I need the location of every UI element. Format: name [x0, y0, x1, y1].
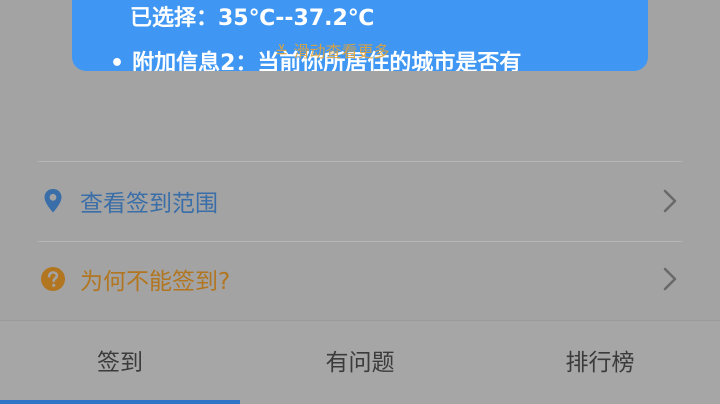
tab-checkin[interactable]: 签到: [0, 321, 240, 404]
why-cannot-checkin-label: 为何不能签到?: [80, 269, 231, 295]
view-checkin-range-label: 查看签到范围: [80, 191, 218, 217]
tab-questions[interactable]: 有问题: [240, 321, 480, 404]
question-circle-icon: [40, 266, 66, 292]
bottom-tab-bar: 签到 有问题 排行榜: [0, 320, 720, 404]
selected-temperature-text: 已选择：35℃--37.2℃: [130, 6, 375, 31]
tab-checkin-label: 签到: [97, 350, 143, 376]
chevron-right-icon: [663, 189, 677, 213]
tab-questions-label: 有问题: [325, 350, 395, 376]
tab-leaderboard[interactable]: 排行榜: [480, 321, 720, 404]
scroll-more-hint[interactable]: ≚ 滑动查看更多: [275, 38, 390, 62]
bullet: •: [110, 51, 125, 71]
tab-leaderboard-label: 排行榜: [565, 350, 635, 376]
location-pin-icon: [40, 188, 66, 214]
view-checkin-range-row[interactable]: 查看签到范围: [38, 162, 682, 240]
chevron-right-icon: [663, 267, 677, 291]
why-cannot-checkin-row[interactable]: 为何不能签到?: [38, 240, 682, 318]
active-tab-indicator: [0, 400, 240, 404]
